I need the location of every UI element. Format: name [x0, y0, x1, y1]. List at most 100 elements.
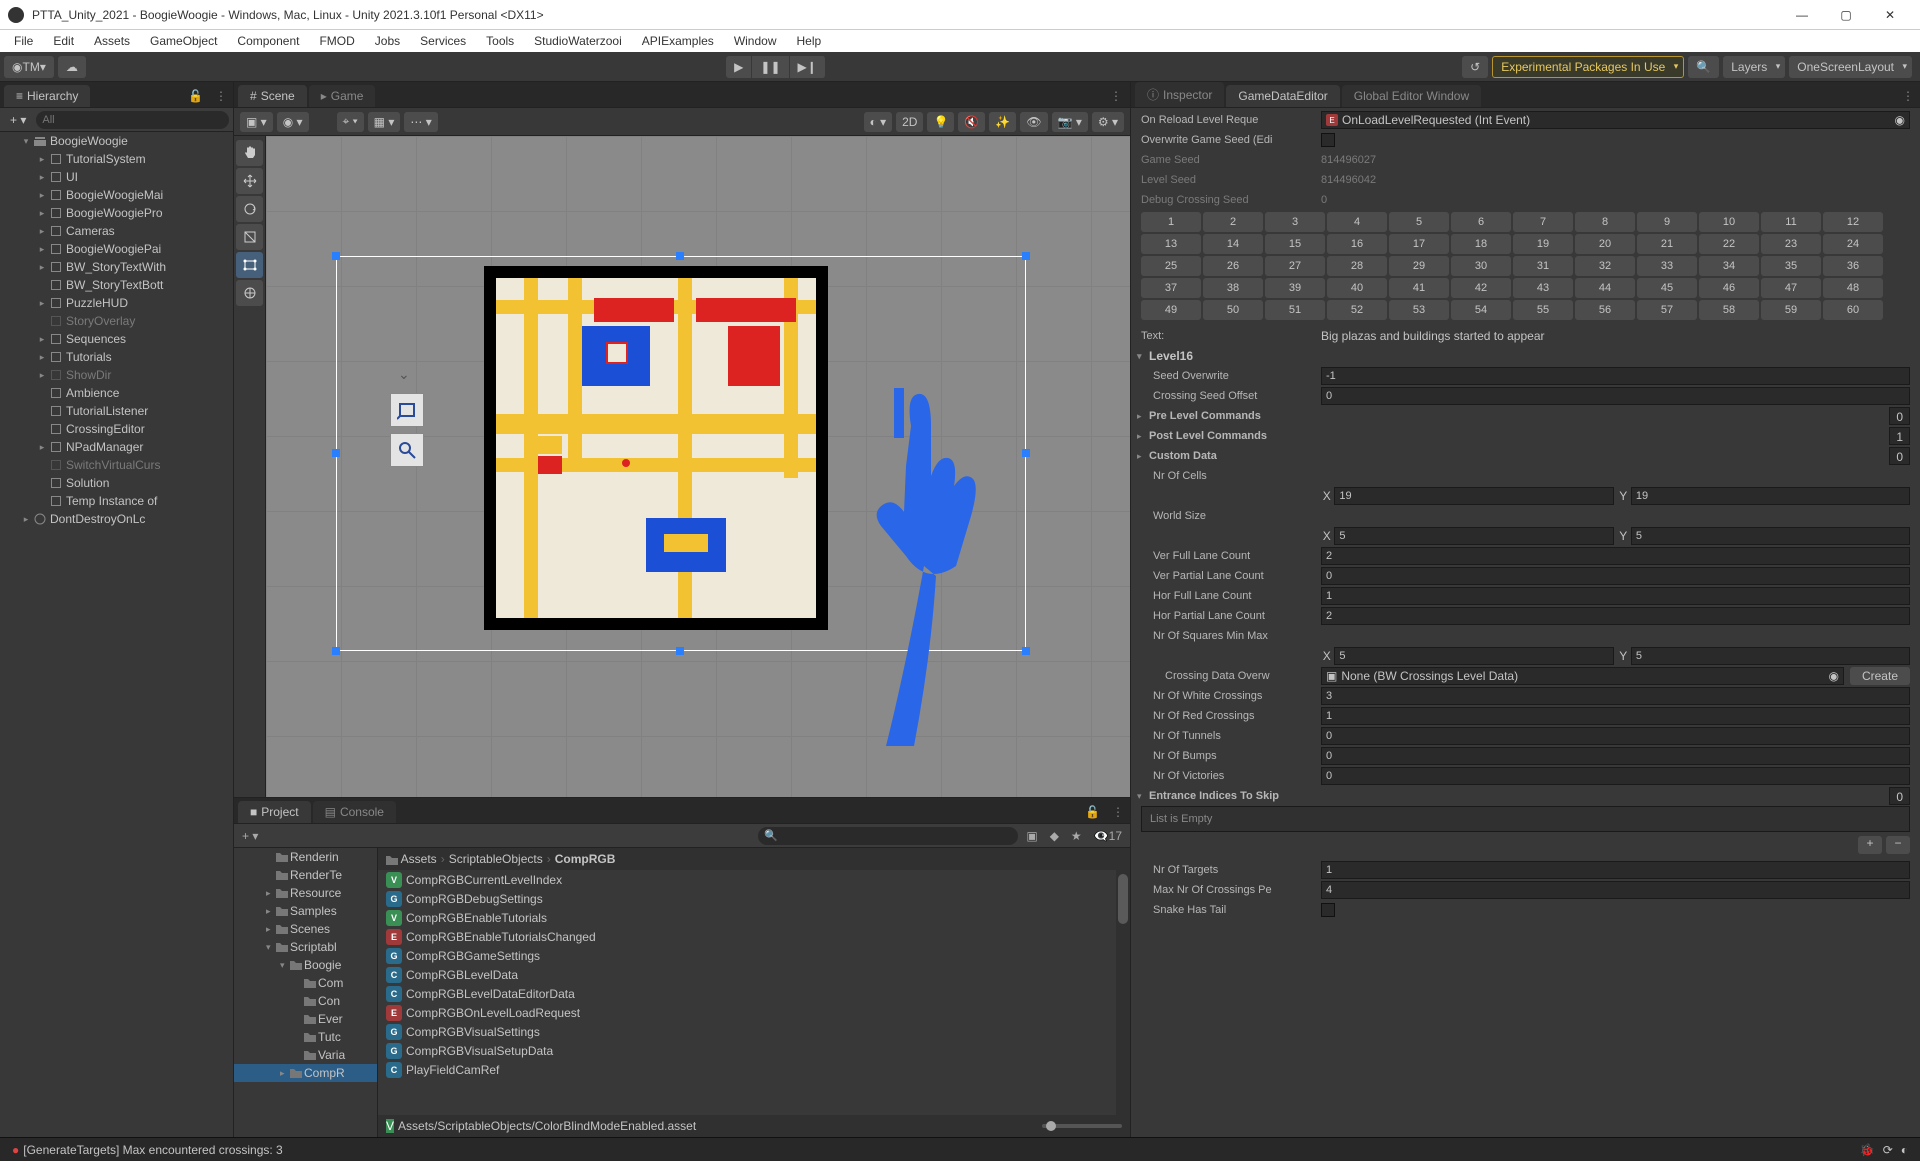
seed-button-33[interactable]: 33 — [1637, 256, 1697, 276]
error-icon[interactable]: ● — [8, 1143, 23, 1157]
project-breadcrumb[interactable]: Assets›ScriptableObjects›CompRGB — [378, 848, 1130, 870]
on-reload-field[interactable]: EOnLoadLevelRequested (Int Event)◉ — [1321, 111, 1910, 129]
level-foldout[interactable]: ▾ — [1137, 351, 1149, 362]
folder-scriptabl[interactable]: ▾Scriptabl — [234, 938, 377, 956]
scene-camera-dropdown[interactable]: 📷 ▾ — [1052, 112, 1088, 132]
seed-button-49[interactable]: 49 — [1141, 300, 1201, 320]
pause-button[interactable]: ❚❚ — [752, 56, 789, 78]
pre-cmd-foldout[interactable]: ▸ — [1137, 411, 1149, 422]
seed-button-34[interactable]: 34 — [1699, 256, 1759, 276]
list-remove-button[interactable]: − — [1886, 836, 1910, 854]
seed-button-6[interactable]: 6 — [1451, 212, 1511, 232]
scene-2d-toggle[interactable]: 2D — [896, 112, 923, 132]
tab-hierarchy[interactable]: ≡ Hierarchy — [4, 85, 90, 107]
hpart-input[interactable] — [1321, 607, 1910, 625]
seed-button-8[interactable]: 8 — [1575, 212, 1635, 232]
scene-viewport[interactable]: ⌄ — [266, 136, 1130, 797]
hierarchy-item[interactable]: Ambience — [0, 384, 233, 402]
scene-gizmos-dropdown[interactable]: ⚙ ▾ — [1092, 112, 1124, 132]
seed-button-40[interactable]: 40 — [1327, 278, 1387, 298]
seed-button-19[interactable]: 19 — [1513, 234, 1573, 254]
tab-global-editor[interactable]: Global Editor Window — [1342, 85, 1481, 107]
folder-samples[interactable]: ▸Samples — [234, 902, 377, 920]
rect-float-tool[interactable] — [390, 393, 424, 427]
asset-CompRGBEnableTutorialsChanged[interactable]: ECompRGBEnableTutorialsChanged — [378, 927, 1130, 946]
hierarchy-item[interactable]: ▸Tutorials — [0, 348, 233, 366]
transform-tool[interactable] — [236, 280, 263, 306]
hierarchy-item[interactable]: ▸DontDestroyOnLc — [0, 510, 233, 528]
status-message[interactable]: [GenerateTargets] Max encountered crossi… — [23, 1143, 282, 1157]
menu-window[interactable]: Window — [724, 32, 787, 50]
project-menu-icon[interactable]: ⋮ — [1106, 801, 1130, 823]
seed-button-11[interactable]: 11 — [1761, 212, 1821, 232]
tab-project[interactable]: ■ Project — [238, 801, 311, 823]
world-x-input[interactable] — [1334, 527, 1613, 545]
seed-button-59[interactable]: 59 — [1761, 300, 1821, 320]
asset-PlayFieldCamRef[interactable]: CPlayFieldCamRef — [378, 1060, 1130, 1079]
folder-boogie[interactable]: ▾Boogie — [234, 956, 377, 974]
seed-overwrite-input[interactable] — [1321, 367, 1910, 385]
seed-button-57[interactable]: 57 — [1637, 300, 1697, 320]
seed-button-50[interactable]: 50 — [1203, 300, 1263, 320]
asset-CompRGBEnableTutorials[interactable]: VCompRGBEnableTutorials — [378, 908, 1130, 927]
seed-button-18[interactable]: 18 — [1451, 234, 1511, 254]
hierarchy-item[interactable]: ▸PuzzleHUD — [0, 294, 233, 312]
search-by-type-icon[interactable]: ▣ — [1022, 829, 1041, 843]
asset-CompRGBDebugSettings[interactable]: GCompRGBDebugSettings — [378, 889, 1130, 908]
scene-tab-menu-icon[interactable]: ⋮ — [1102, 85, 1130, 107]
tab-scene[interactable]: # Scene — [238, 85, 307, 107]
seed-button-13[interactable]: 13 — [1141, 234, 1201, 254]
folder-compr[interactable]: ▸CompR — [234, 1064, 377, 1082]
seed-button-38[interactable]: 38 — [1203, 278, 1263, 298]
seed-button-22[interactable]: 22 — [1699, 234, 1759, 254]
seed-button-12[interactable]: 12 — [1823, 212, 1883, 232]
seed-button-25[interactable]: 25 — [1141, 256, 1201, 276]
menu-tools[interactable]: Tools — [476, 32, 524, 50]
seed-button-3[interactable]: 3 — [1265, 212, 1325, 232]
hierarchy-lock-icon[interactable]: 🔓 — [182, 85, 209, 107]
close-button[interactable]: ✕ — [1868, 0, 1912, 30]
hierarchy-item[interactable]: ▸BoogieWoogieMai — [0, 186, 233, 204]
seed-button-36[interactable]: 36 — [1823, 256, 1883, 276]
hierarchy-search-input[interactable] — [36, 111, 229, 129]
seed-button-17[interactable]: 17 — [1389, 234, 1449, 254]
seed-button-1[interactable]: 1 — [1141, 212, 1201, 232]
menu-fmod[interactable]: FMOD — [309, 32, 364, 50]
hierarchy-item[interactable]: ▸Sequences — [0, 330, 233, 348]
folder-scenes[interactable]: ▸Scenes — [234, 920, 377, 938]
asset-CompRGBLevelDataEditorData[interactable]: CCompRGBLevelDataEditorData — [378, 984, 1130, 1003]
hfull-input[interactable] — [1321, 587, 1910, 605]
step-button[interactable]: ▶❙ — [790, 56, 826, 78]
seed-button-51[interactable]: 51 — [1265, 300, 1325, 320]
seed-button-14[interactable]: 14 — [1203, 234, 1263, 254]
asset-size-slider[interactable] — [1042, 1124, 1122, 1128]
hierarchy-item[interactable]: ▾BoogieWoogie — [0, 132, 233, 150]
folder-varia[interactable]: Varia — [234, 1046, 377, 1064]
play-button[interactable]: ▶ — [726, 56, 752, 78]
scale-tool[interactable] — [236, 224, 263, 250]
hierarchy-tree[interactable]: ▾BoogieWoogie▸TutorialSystem▸UI▸BoogieWo… — [0, 132, 233, 1137]
targ-input[interactable] — [1321, 861, 1910, 879]
seed-button-29[interactable]: 29 — [1389, 256, 1449, 276]
post-cmd-foldout[interactable]: ▸ — [1137, 431, 1149, 442]
maximize-button[interactable]: ▢ — [1824, 0, 1868, 30]
seed-button-45[interactable]: 45 — [1637, 278, 1697, 298]
seed-button-41[interactable]: 41 — [1389, 278, 1449, 298]
hierarchy-item[interactable]: BW_StoryTextBott — [0, 276, 233, 294]
seed-button-55[interactable]: 55 — [1513, 300, 1573, 320]
folder-renderin[interactable]: Renderin — [234, 848, 377, 866]
maxc-input[interactable] — [1321, 881, 1910, 899]
seed-button-30[interactable]: 30 — [1451, 256, 1511, 276]
seed-button-5[interactable]: 5 — [1389, 212, 1449, 232]
scene-pivot-dropdown[interactable]: ⌖ ▾ — [337, 112, 364, 132]
inspector-menu-icon[interactable]: ⋮ — [1896, 85, 1920, 107]
cells-y-input[interactable] — [1631, 487, 1910, 505]
project-asset-list[interactable]: VCompRGBCurrentLevelIndexGCompRGBDebugSe… — [378, 870, 1130, 1115]
list-add-button[interactable]: + — [1858, 836, 1882, 854]
menu-file[interactable]: File — [4, 32, 43, 50]
hierarchy-item[interactable]: TutorialListener — [0, 402, 233, 420]
vfull-input[interactable] — [1321, 547, 1910, 565]
seed-button-26[interactable]: 26 — [1203, 256, 1263, 276]
status-bug-icon[interactable]: 🐞 — [1856, 1143, 1879, 1157]
breadcrumb-comprgb[interactable]: CompRGB — [555, 852, 616, 866]
